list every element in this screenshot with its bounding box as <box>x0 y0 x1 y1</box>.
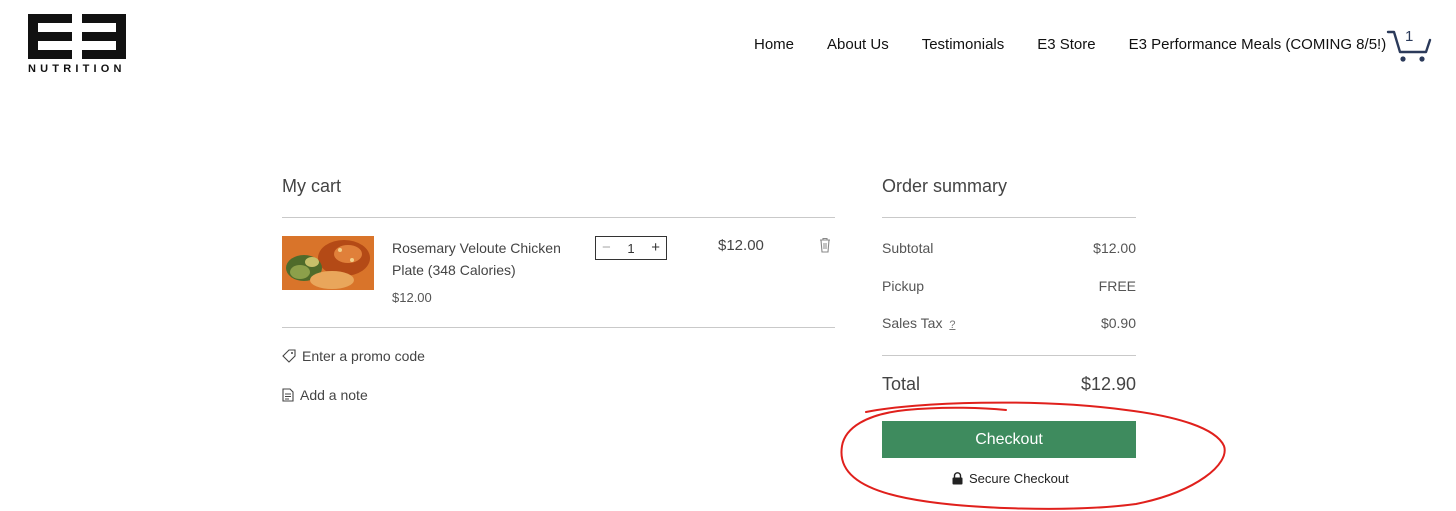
logo-mark <box>28 14 126 60</box>
sales-tax-label: Sales Tax <box>882 315 943 331</box>
tag-icon <box>282 349 296 363</box>
add-note-label: Add a note <box>300 387 368 403</box>
quantity-value[interactable]: 1 <box>627 241 634 256</box>
total-value: $12.90 <box>1080 374 1136 394</box>
summary-divider-bottom <box>882 355 1136 356</box>
logo-text: NUTRITION <box>28 63 126 75</box>
nav-e3-store[interactable]: E3 Store <box>1037 34 1095 56</box>
subtotal-label: Subtotal <box>882 240 934 256</box>
product-image[interactable] <box>282 236 374 290</box>
e3-nutrition-logo[interactable]: NUTRITION <box>28 14 126 76</box>
quantity-increase-button[interactable]: + <box>651 237 660 259</box>
quantity-decrease-button[interactable]: − <box>602 237 611 259</box>
cart-divider-top <box>282 217 835 218</box>
nav-about-us[interactable]: About Us <box>827 34 889 56</box>
total-label: Total <box>882 374 921 394</box>
sales-tax-row: Sales Tax ? <box>882 315 955 331</box>
trash-icon[interactable] <box>818 237 832 253</box>
pickup-label: Pickup <box>882 278 925 294</box>
sales-tax-value: $0.90 <box>1100 315 1136 331</box>
cart-title: My cart <box>282 176 342 196</box>
secure-checkout-note: Secure Checkout <box>952 471 1069 486</box>
nav-home[interactable]: Home <box>754 34 794 56</box>
shopping-cart-icon[interactable]: 1 <box>1386 28 1432 64</box>
pickup-value: FREE <box>1098 278 1136 294</box>
main-nav: Home About Us Testimonials E3 Store E3 P… <box>754 34 1386 56</box>
cart-count-badge: 1 <box>1405 28 1414 45</box>
nav-performance-meals[interactable]: E3 Performance Meals (COMING 8/5!) <box>1129 34 1387 56</box>
promo-code-label: Enter a promo code <box>302 348 425 364</box>
note-icon <box>282 388 294 402</box>
checkout-button[interactable]: Checkout <box>882 421 1136 458</box>
subtotal-value: $12.00 <box>1093 240 1136 256</box>
nav-testimonials[interactable]: Testimonials <box>922 34 1005 56</box>
promo-code-link[interactable]: Enter a promo code <box>282 348 425 364</box>
lock-icon <box>952 472 963 485</box>
order-summary-title: Order summary <box>882 176 1008 196</box>
line-total: $12.00 <box>718 237 764 254</box>
cart-divider-bottom <box>282 327 835 328</box>
add-note-link[interactable]: Add a note <box>282 387 368 403</box>
secure-checkout-label: Secure Checkout <box>969 471 1069 486</box>
product-name[interactable]: Rosemary Veloute Chicken Plate (348 Calo… <box>392 237 572 281</box>
quantity-stepper: − 1 + <box>595 236 667 260</box>
sales-tax-help-link[interactable]: ? <box>949 319 955 331</box>
summary-divider-top <box>882 217 1136 218</box>
product-unit-price: $12.00 <box>392 290 432 305</box>
